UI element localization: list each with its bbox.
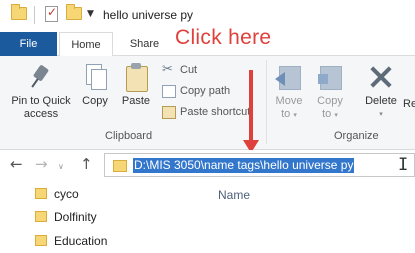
address-path-text[interactable]: D:\MIS 3050\name tags\hello universe py <box>133 158 355 173</box>
copy-to-button[interactable]: Copy to ▾ <box>313 62 347 122</box>
copy-path-label: Copy path <box>180 85 231 97</box>
name-column-header[interactable]: Name <box>218 188 250 202</box>
move-to-button[interactable]: Move to ▾ <box>272 62 306 122</box>
delete-dropdown-icon: ▾ <box>379 110 383 118</box>
organize-group-label: Organize <box>334 130 379 142</box>
delete-icon <box>367 62 395 92</box>
copy-path-icon <box>162 85 176 98</box>
folder-icon <box>35 211 47 222</box>
rename-button[interactable]: Re <box>403 98 415 111</box>
copy-button[interactable]: Copy <box>79 62 111 108</box>
copy-to-label-line2: to <box>322 108 332 120</box>
paste-shortcut-button[interactable]: Paste shortcut <box>160 104 250 121</box>
rename-label: Re <box>403 98 415 110</box>
paste-button[interactable]: Paste <box>118 62 154 108</box>
navigation-bar: ← → ∨ ↑ D:\MIS 3050\name tags\hello univ… <box>0 150 415 180</box>
folder-icon <box>35 188 47 199</box>
copy-to-icon <box>316 62 344 92</box>
copy-path-button[interactable]: Copy path <box>160 83 230 100</box>
new-folder-icon[interactable] <box>66 4 82 20</box>
ribbon-home: Pin to Quick access Copy Paste Cut Copy … <box>0 56 415 150</box>
folder-icon <box>113 160 127 172</box>
pin-label-line2: access <box>23 108 59 120</box>
nav-item-label: Education <box>54 234 108 248</box>
folder-icon <box>35 235 47 246</box>
nav-item-label: Dolfinity <box>54 210 97 224</box>
paste-label: Paste <box>121 95 151 107</box>
copy-icon <box>81 62 109 92</box>
clipboard-group-label: Clipboard <box>105 130 153 142</box>
quick-access-divider <box>34 6 35 24</box>
navigation-pane: cyco Dolfinity Education <box>0 180 200 253</box>
nav-item-label: cyco <box>54 187 79 201</box>
pin-to-quick-access-button[interactable]: Pin to Quick access <box>6 62 76 121</box>
pin-label-line1: Pin to Quick <box>11 95 71 107</box>
pin-icon <box>27 62 55 92</box>
tab-home[interactable]: Home <box>59 32 113 57</box>
tab-share[interactable]: Share <box>122 32 167 56</box>
delete-button[interactable]: Delete ▾ <box>362 62 400 121</box>
forward-arrow-icon[interactable]: → <box>35 156 48 172</box>
window-title: hello universe py <box>103 8 194 22</box>
copy-to-dropdown-icon: ▾ <box>334 111 338 119</box>
customize-dropdown-icon[interactable]: ▼ <box>87 9 94 19</box>
tab-file[interactable]: File <box>0 32 57 56</box>
move-to-label-line2: to <box>281 108 291 120</box>
move-to-icon <box>275 62 303 92</box>
folder-icon[interactable] <box>11 4 27 20</box>
move-to-dropdown-icon: ▾ <box>293 111 297 119</box>
delete-label: Delete <box>365 95 397 107</box>
paste-shortcut-label: Paste shortcut <box>180 106 251 118</box>
paste-shortcut-icon <box>162 106 176 119</box>
copy-label: Copy <box>82 95 108 107</box>
click-here-annotation: Click here <box>175 26 272 49</box>
copy-to-label-line1: Copy <box>317 95 343 107</box>
back-arrow-icon[interactable]: ← <box>10 156 23 172</box>
move-to-label-line1: Move <box>275 95 303 107</box>
up-arrow-icon[interactable]: ↑ <box>80 156 93 172</box>
address-bar[interactable]: D:\MIS 3050\name tags\hello universe py … <box>104 153 415 177</box>
annotation-arrow <box>249 70 253 142</box>
text-cursor-icon: I <box>398 155 409 175</box>
scissors-icon <box>162 61 176 78</box>
ribbon-group-divider <box>266 60 267 144</box>
cut-button[interactable]: Cut <box>160 61 198 79</box>
properties-icon[interactable] <box>45 5 58 22</box>
cut-label: Cut <box>180 64 198 76</box>
paste-icon <box>122 62 150 92</box>
recent-locations-chevron-icon[interactable]: ∨ <box>58 159 64 175</box>
